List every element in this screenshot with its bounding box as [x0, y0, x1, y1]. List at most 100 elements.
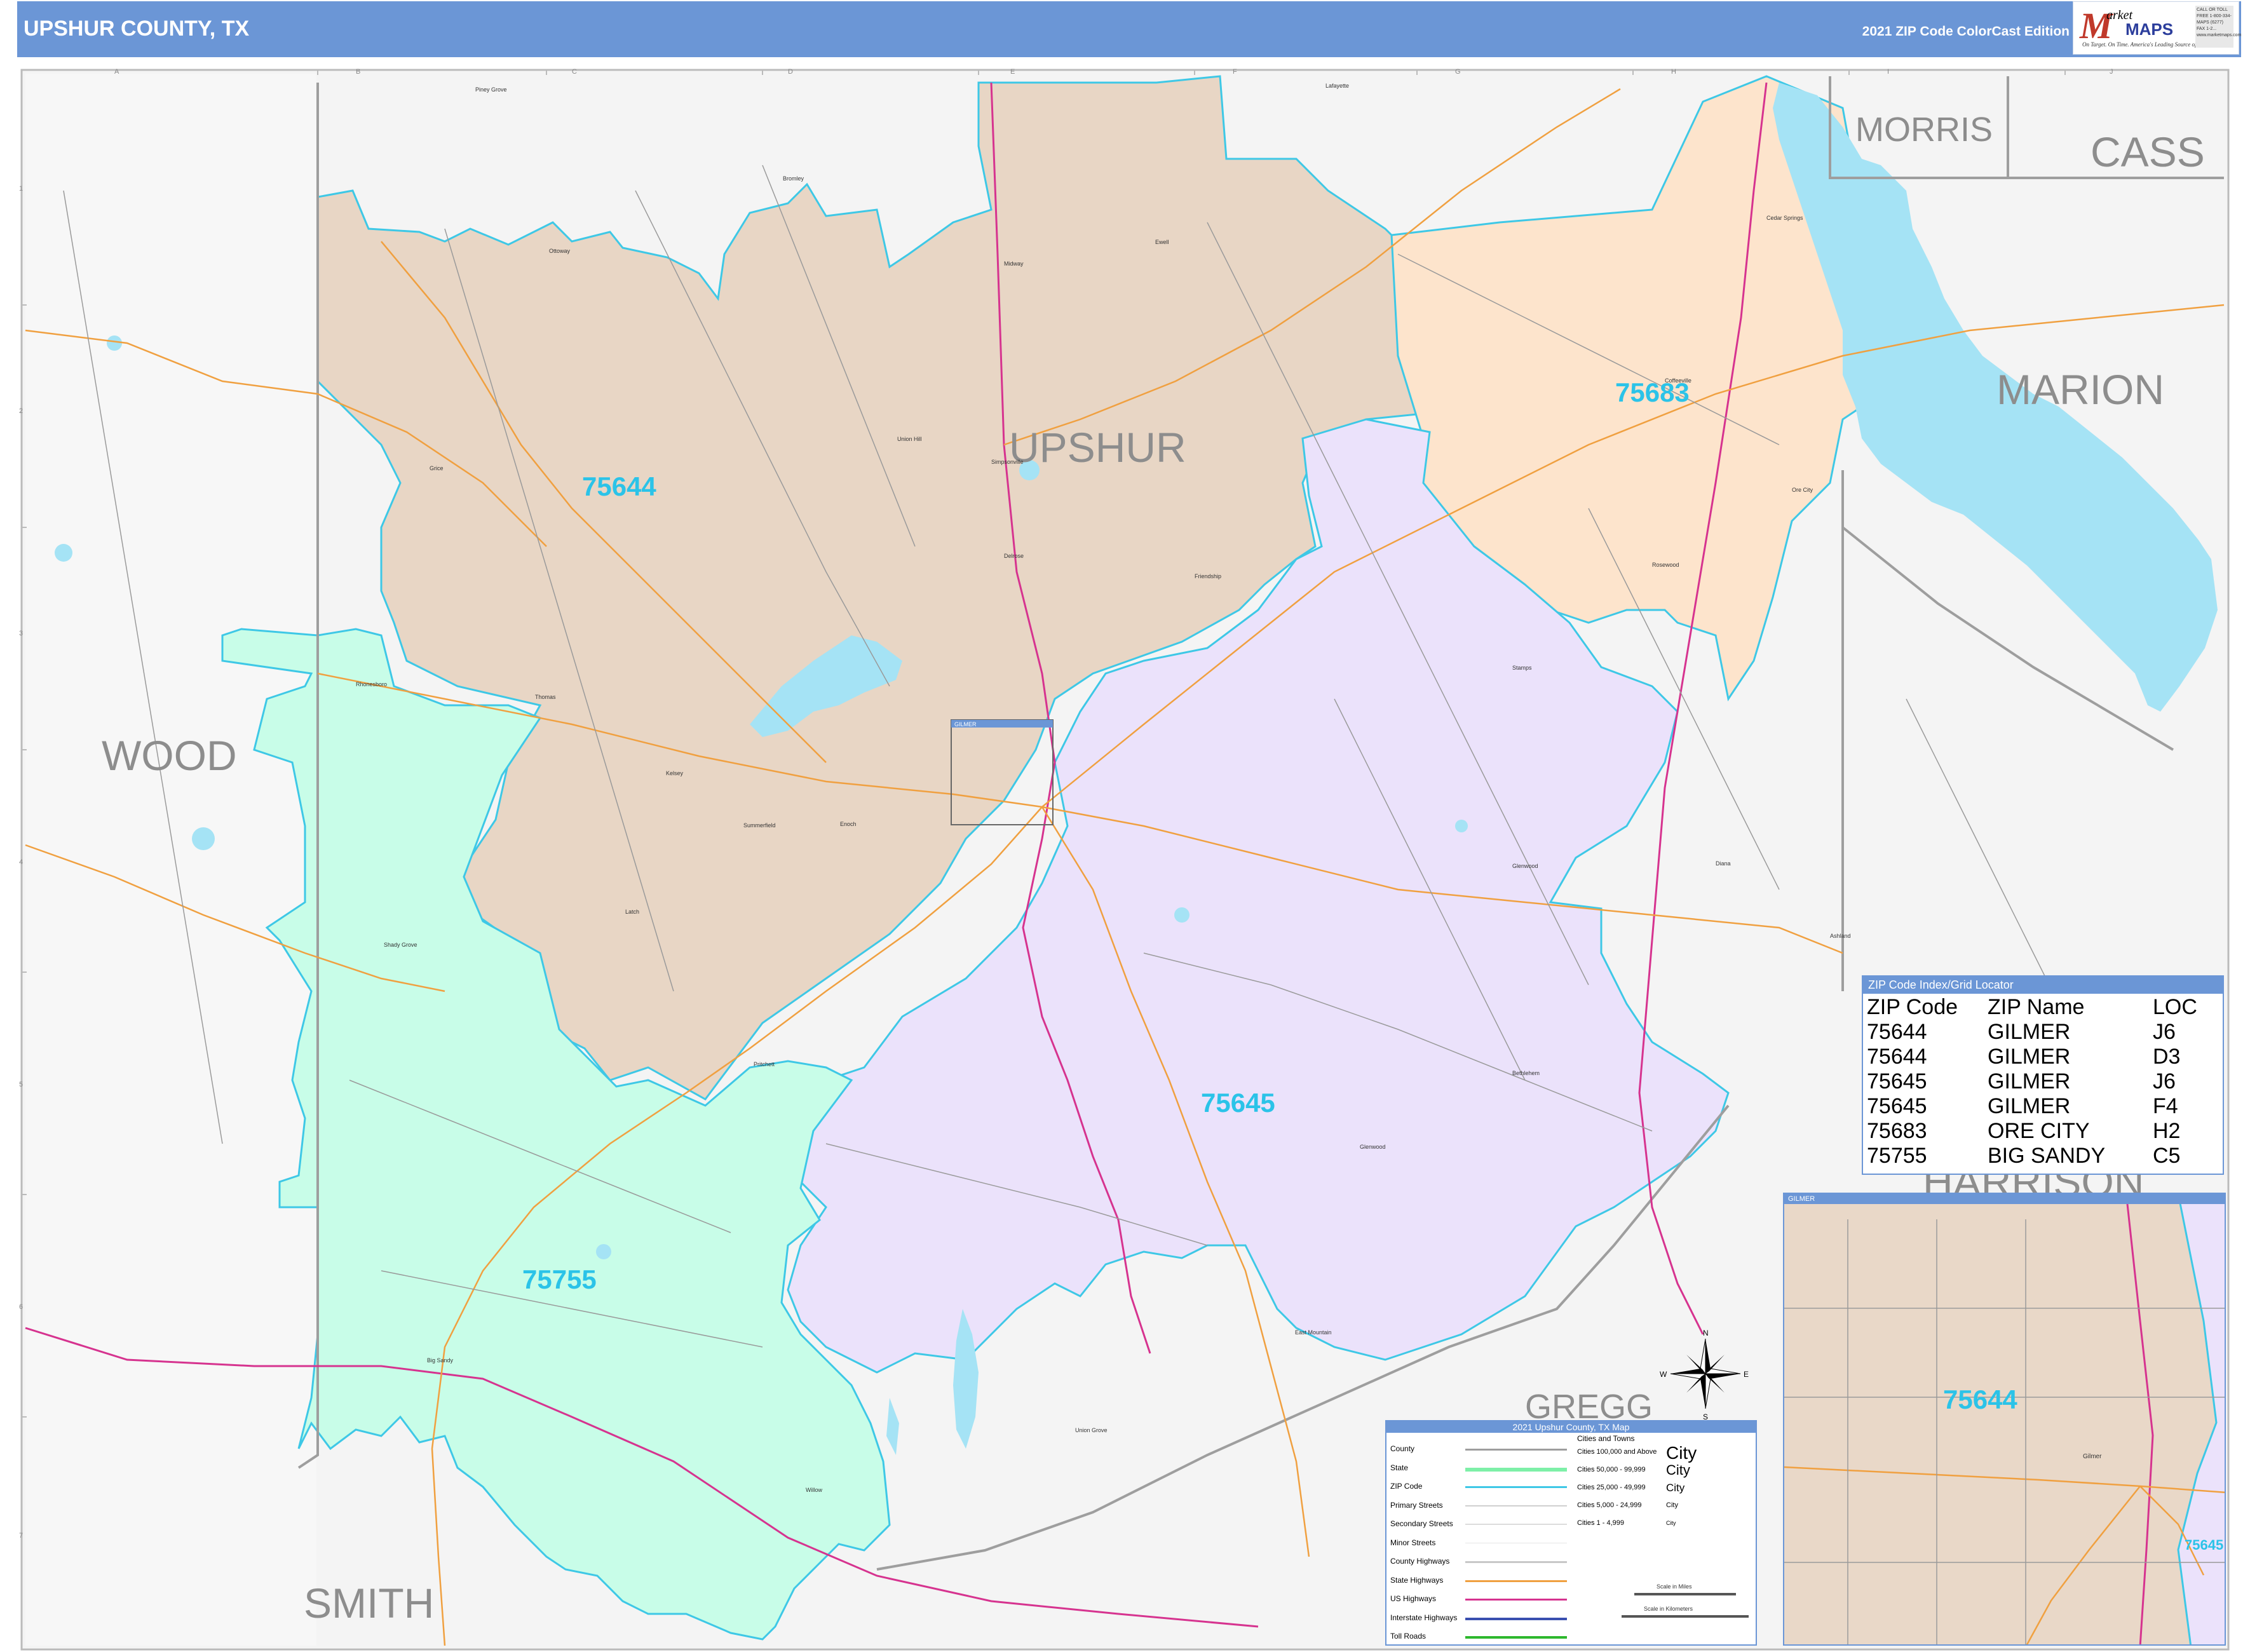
inset-zip-75645: 75645	[2185, 1537, 2224, 1553]
zip-cell: 75644	[1867, 1045, 1927, 1069]
zip-cell: 75645	[1867, 1069, 1927, 1093]
legend-symbol	[1465, 1467, 1567, 1472]
legend-symbol	[1465, 1580, 1567, 1582]
legend-symbol	[1465, 1449, 1567, 1451]
grid-col-label: H	[1671, 68, 1676, 76]
inset-town-gilmer: Gilmer	[2083, 1453, 2102, 1460]
zip-name-cell: GILMER	[1988, 1020, 2071, 1044]
zip-index-title: ZIP Code Index/Grid Locator	[1863, 977, 2223, 994]
city-size-label: Cities 5,000 - 24,999	[1577, 1501, 1642, 1509]
grid-row-label: 5	[19, 1081, 23, 1088]
zip-label-75644: 75644	[582, 471, 656, 501]
col-header-loc: LOC	[2153, 995, 2197, 1019]
zip-name-cell: ORE CITY	[1988, 1119, 2090, 1143]
scale-bar-km	[1622, 1615, 1749, 1618]
grid-row-label: 3	[19, 630, 23, 637]
legend-row-county: County	[1390, 1440, 1581, 1459]
grid-row-label: 6	[19, 1303, 23, 1311]
loc-cell: F4	[2153, 1094, 2178, 1118]
town-label: Bromley	[783, 175, 804, 182]
legend-row-state-hwy: State Highways	[1390, 1572, 1581, 1591]
town-label: Friendship	[1195, 573, 1221, 579]
legend-title: 2021 Upshur County, TX Map	[1386, 1421, 1756, 1433]
legend-row-toll: Toll Roads	[1390, 1628, 1581, 1647]
town-label: Diana	[1716, 860, 1731, 867]
zip-label-75645: 75645	[1201, 1088, 1275, 1118]
grid-col-label: A	[114, 68, 119, 76]
legend-label: State	[1390, 1463, 1409, 1472]
grid-row-label: 2	[19, 407, 23, 415]
zip-index-row: 75644 GILMER D3	[1867, 1045, 2204, 1069]
zip-index-row: 75645 GILMER F4	[1867, 1094, 2204, 1119]
grid-col-label: G	[1455, 68, 1461, 76]
town-label: East Mountain	[1295, 1329, 1332, 1336]
zip-index-header-row: ZIP Code ZIP Name LOC	[1867, 995, 2204, 1020]
town-label: Rhonesboro	[356, 681, 387, 687]
legend-label: Interstate Highways	[1390, 1613, 1458, 1622]
grid-row-label: 4	[19, 858, 23, 866]
town-label: Enoch	[840, 821, 857, 827]
county-label-upshur: UPSHUR	[1009, 424, 1186, 471]
town-label: Summerfield	[743, 822, 776, 829]
town-label: Glenwood	[1512, 863, 1538, 869]
city-size-label: Cities 100,000 and Above	[1577, 1448, 1657, 1456]
col-header-name: ZIP Name	[1988, 995, 2085, 1019]
zip-index-row: 75644 GILMER J6	[1867, 1020, 2204, 1045]
pond	[1455, 820, 1468, 832]
city-row: Cities 1 - 4,999 City	[1577, 1514, 1755, 1532]
inset-roads	[1784, 1194, 2225, 1644]
legend-label: County	[1390, 1444, 1415, 1453]
town-label: Thomas	[535, 694, 556, 700]
legend-row-primary: Primary Streets	[1390, 1497, 1581, 1516]
legend-label: County Highways	[1390, 1557, 1450, 1566]
inset-zip-75644: 75644	[1943, 1385, 2017, 1414]
town-label: Ottoway	[549, 248, 571, 254]
town-label: Pritchett	[754, 1061, 775, 1067]
town-label: Cedar Springs	[1766, 215, 1803, 221]
compass-e: E	[1744, 1370, 1749, 1379]
header-bar: UPSHUR COUNTY, TX 2021 ZIP Code ColorCas…	[17, 1, 2241, 57]
county-label-smith: SMITH	[304, 1580, 434, 1627]
zip-cell: 75644	[1867, 1020, 1927, 1044]
county-label-cass: CASS	[2091, 128, 2205, 175]
town-label: Willow	[806, 1487, 822, 1493]
town-label: Delrose	[1004, 553, 1024, 559]
legend-label: Primary Streets	[1390, 1500, 1443, 1510]
scale-km-label: Scale in Kilometers	[1644, 1606, 1693, 1612]
compass-n: N	[1703, 1329, 1709, 1337]
county-label-morris: MORRIS	[1855, 111, 1993, 149]
logo-contact: CALL OR TOLL FREE 1-800-334-MAPS (6277) …	[2195, 6, 2241, 48]
col-header-zip: ZIP Code	[1867, 995, 1958, 1019]
legend-rows: County State ZIP Code Primary Streets Se…	[1390, 1440, 1581, 1647]
legend-label: US Highways	[1390, 1594, 1437, 1603]
legend-row-us-hwy: US Highways	[1390, 1590, 1581, 1609]
grid-col-label: J	[2110, 68, 2113, 76]
legend-label: Toll Roads	[1390, 1632, 1427, 1641]
city-example: City	[1666, 1501, 1678, 1509]
town-label: Piney Grove	[475, 86, 507, 93]
legend-cities: Cities and Towns Cities 100,000 and Abov…	[1577, 1434, 1755, 1532]
grid-row-label: 1	[19, 185, 23, 193]
town-label: Midway	[1004, 261, 1024, 267]
zip-name-cell: GILMER	[1988, 1094, 2071, 1118]
zip-label-75755: 75755	[522, 1264, 597, 1294]
zip-index-grid: ZIP Code ZIP Name LOC 75644 GILMER J6 75…	[1867, 995, 2204, 1168]
legend-row-secondary: Secondary Streets	[1390, 1515, 1581, 1534]
grid-row-label: 7	[19, 1532, 23, 1540]
town-label: Union Grove	[1075, 1427, 1108, 1433]
town-label: Lafayette	[1325, 83, 1349, 89]
zip-cell: 75755	[1867, 1144, 1927, 1168]
map-title: UPSHUR COUNTY, TX	[24, 17, 250, 41]
pond	[596, 1244, 611, 1259]
zip-index-row: 75645 GILMER J6	[1867, 1069, 2204, 1094]
loc-cell: D3	[2153, 1045, 2181, 1069]
zip-name-cell: BIG SANDY	[1988, 1144, 2106, 1168]
city-row: Cities 50,000 - 99,999 City	[1577, 1461, 1755, 1479]
legend-symbol	[1465, 1505, 1567, 1506]
scale-bar-miles	[1634, 1593, 1736, 1595]
town-label: Stamps	[1512, 665, 1532, 671]
town-label: Latch	[625, 909, 639, 915]
town-label: Coffeeville	[1665, 377, 1691, 384]
grid-col-label: E	[1010, 68, 1015, 76]
legend-row-interstate: Interstate Highways	[1390, 1609, 1581, 1628]
